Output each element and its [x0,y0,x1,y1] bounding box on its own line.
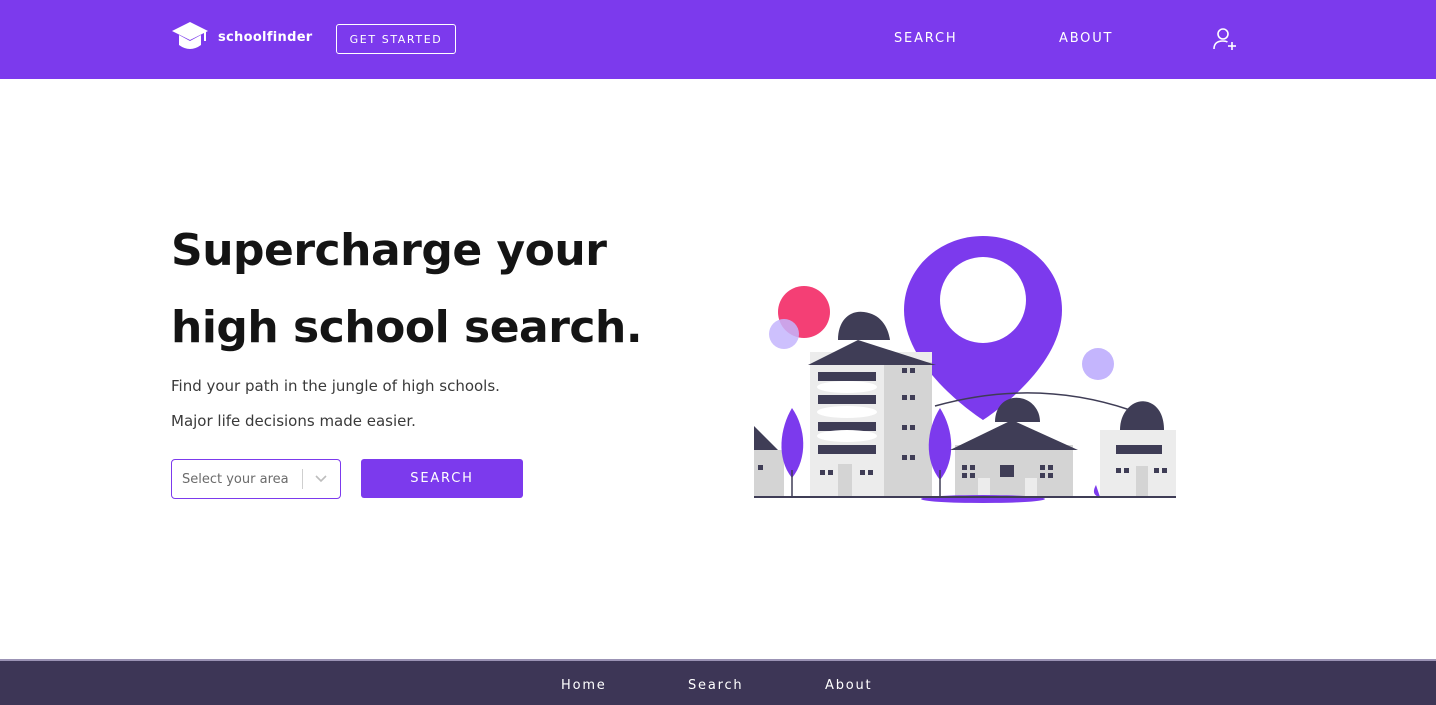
hero-tagline: Major life decisions made easier. [171,412,416,430]
footer-search-link[interactable]: Search [688,678,743,693]
hero-title: Supercharge your high school search. [171,225,643,353]
footer-home-link[interactable]: Home [561,678,607,693]
area-select[interactable]: Select your area [171,459,341,499]
top-navbar: schoolfinder GET STARTED SEARCH ABOUT [0,0,1436,79]
area-select-placeholder: Select your area [182,471,289,487]
user-plus-icon[interactable] [1212,27,1238,51]
tree-left [781,408,804,478]
brand-name: schoolfinder [218,29,313,45]
graduation-cap-icon [172,22,208,49]
city-illustration [754,236,1176,503]
brand-logo[interactable]: schoolfinder [171,20,313,54]
nav-about-link[interactable]: ABOUT [1059,31,1113,46]
chevron-down-icon[interactable] [303,475,339,483]
search-button[interactable]: SEARCH [361,459,523,498]
lilac-circle-decoration [769,319,799,349]
nav-search-link[interactable]: SEARCH [894,31,957,46]
lilac-circle-decoration-right [1082,348,1114,380]
get-started-button[interactable]: GET STARTED [336,24,456,54]
footer-about-link[interactable]: About [825,678,872,693]
footer: Home Search About [0,659,1436,705]
tree-middle [928,408,952,480]
hero-subtitle: Find your path in the jungle of high sch… [171,377,500,395]
